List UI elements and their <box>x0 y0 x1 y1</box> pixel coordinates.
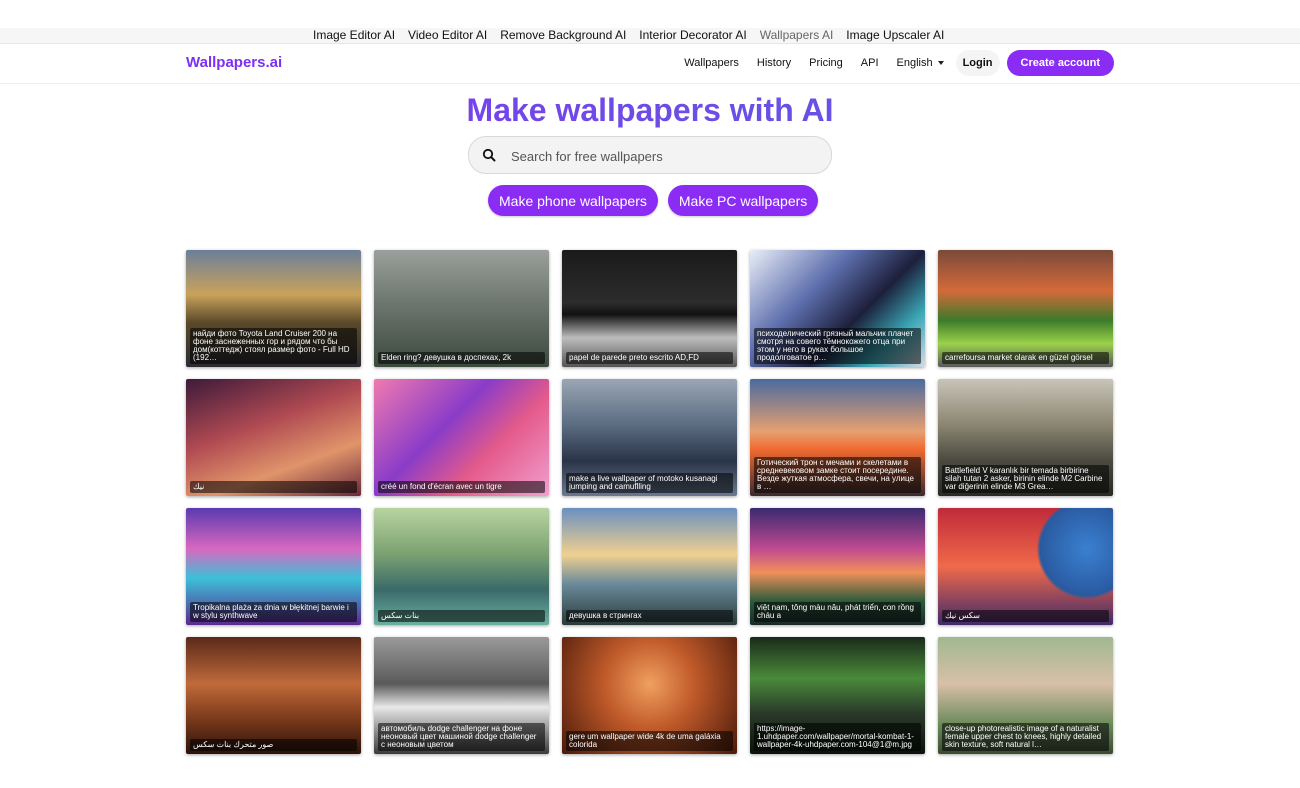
product-link-remove-background[interactable]: Remove Background AI <box>500 28 626 43</box>
main-navbar: Wallpapers.ai Wallpapers History Pricing… <box>0 44 1300 84</box>
create-account-button[interactable]: Create account <box>1006 50 1114 76</box>
wallpaper-card[interactable]: carrefoursa market olarak en güzel görse… <box>938 250 1113 367</box>
brand-logo[interactable]: Wallpapers.ai <box>186 54 282 71</box>
wallpaper-card[interactable]: بنات سكس <box>374 508 549 625</box>
nav-menu: Wallpapers History Pricing API English L… <box>684 49 1114 77</box>
wallpaper-card[interactable]: gere um wallpaper wide 4k de uma galáxia… <box>562 637 737 754</box>
wallpaper-card[interactable]: créé un fond d'écran avec un tigre <box>374 379 549 496</box>
product-link-image-upscaler[interactable]: Image Upscaler AI <box>846 28 944 43</box>
wallpaper-caption: papel de parede preto escrito AD,FD <box>566 352 733 364</box>
generator-buttons: Make phone wallpapers Make PC wallpapers <box>488 185 819 216</box>
wallpaper-caption: صور متحرك بنات سكس <box>190 739 357 751</box>
product-link-interior-decorator[interactable]: Interior Decorator AI <box>639 28 746 43</box>
wallpaper-caption: بنات سكس <box>378 610 545 622</box>
wallpaper-caption: close-up photorealistic image of a natur… <box>942 723 1109 751</box>
wallpaper-card[interactable]: صور متحرك بنات سكس <box>186 637 361 754</box>
nav-link-wallpapers[interactable]: Wallpapers <box>684 57 739 69</box>
wallpaper-caption: make a live wallpaper of motoko kusanagi… <box>566 473 733 493</box>
caret-down-icon <box>937 61 944 65</box>
wallpaper-card[interactable]: Elden ring? девушка в доспехах, 2k <box>374 250 549 367</box>
wallpaper-caption: психоделический грязный мальчик плачет с… <box>754 328 921 364</box>
wallpaper-card[interactable]: Battlefield V karanlık bir temada birbir… <box>938 379 1113 496</box>
product-links: Image Editor AI Video Editor AI Remove B… <box>313 28 944 43</box>
login-button[interactable]: Login <box>955 50 1000 76</box>
wallpaper-card[interactable]: https://image-1.uhdpaper.com/wallpaper/m… <box>750 637 925 754</box>
wallpaper-caption: найди фото Toyota Land Cruiser 200 на фо… <box>190 328 357 364</box>
make-pc-wallpapers-button[interactable]: Make PC wallpapers <box>667 185 819 216</box>
nav-link-history[interactable]: History <box>757 57 791 69</box>
wallpaper-caption: автомобиль dodge challenger на фоне неон… <box>378 723 545 751</box>
language-dropdown[interactable]: English <box>897 57 944 69</box>
wallpaper-card[interactable]: психоделический грязный мальчик плачет с… <box>750 250 925 367</box>
make-phone-wallpapers-button[interactable]: Make phone wallpapers <box>488 185 658 216</box>
wallpaper-caption: gere um wallpaper wide 4k de uma galáxia… <box>566 731 733 751</box>
language-label: English <box>896 57 933 69</box>
wallpaper-caption: carrefoursa market olarak en güzel görse… <box>942 352 1109 364</box>
wallpaper-caption: نيك <box>190 481 357 493</box>
wallpaper-gallery: найди фото Toyota Land Cruiser 200 на фо… <box>186 250 1114 754</box>
hero-title: Make wallpapers with AI <box>0 92 1300 129</box>
wallpaper-card[interactable]: Готический трон с мечами и скелетами в с… <box>750 379 925 496</box>
wallpaper-card[interactable]: найди фото Toyota Land Cruiser 200 на фо… <box>186 250 361 367</box>
wallpaper-caption: Готический трон с мечами и скелетами в с… <box>754 457 921 493</box>
wallpaper-card[interactable]: девушка в стрингах <box>562 508 737 625</box>
wallpaper-caption: Battlefield V karanlık bir temada birbir… <box>942 465 1109 493</box>
wallpaper-card[interactable]: việt nam, tông màu nâu, phát triển, con … <box>750 508 925 625</box>
wallpaper-caption: créé un fond d'écran avec un tigre <box>378 481 545 493</box>
search-icon[interactable] <box>482 148 496 162</box>
wallpaper-caption: سكس نيك <box>942 610 1109 622</box>
product-link-wallpapers[interactable]: Wallpapers AI <box>760 28 834 43</box>
wallpaper-card[interactable]: نيك <box>186 379 361 496</box>
product-link-image-editor[interactable]: Image Editor AI <box>313 28 395 43</box>
wallpaper-card[interactable]: автомобиль dodge challenger на фоне неон… <box>374 637 549 754</box>
wallpaper-caption: Tropikalna plaża za dnia w błękitnej bar… <box>190 602 357 622</box>
wallpaper-caption: việt nam, tông màu nâu, phát triển, con … <box>754 602 921 622</box>
wallpaper-card[interactable]: Tropikalna plaża za dnia w błękitnej bar… <box>186 508 361 625</box>
product-switcher-bar: Image Editor AI Video Editor AI Remove B… <box>0 28 1300 44</box>
product-link-video-editor[interactable]: Video Editor AI <box>408 28 487 43</box>
wallpaper-card[interactable]: papel de parede preto escrito AD,FD <box>562 250 737 367</box>
wallpaper-card[interactable]: close-up photorealistic image of a natur… <box>938 637 1113 754</box>
search-input[interactable] <box>509 137 813 175</box>
wallpaper-caption: девушка в стрингах <box>566 610 733 622</box>
wallpaper-caption: https://image-1.uhdpaper.com/wallpaper/m… <box>754 723 921 751</box>
wallpaper-card[interactable]: make a live wallpaper of motoko kusanagi… <box>562 379 737 496</box>
wallpaper-card[interactable]: سكس نيك <box>938 508 1113 625</box>
wallpaper-caption: Elden ring? девушка в доспехах, 2k <box>378 352 545 364</box>
search-bar <box>468 136 832 175</box>
nav-link-api[interactable]: API <box>861 57 879 69</box>
nav-link-pricing[interactable]: Pricing <box>809 57 843 69</box>
